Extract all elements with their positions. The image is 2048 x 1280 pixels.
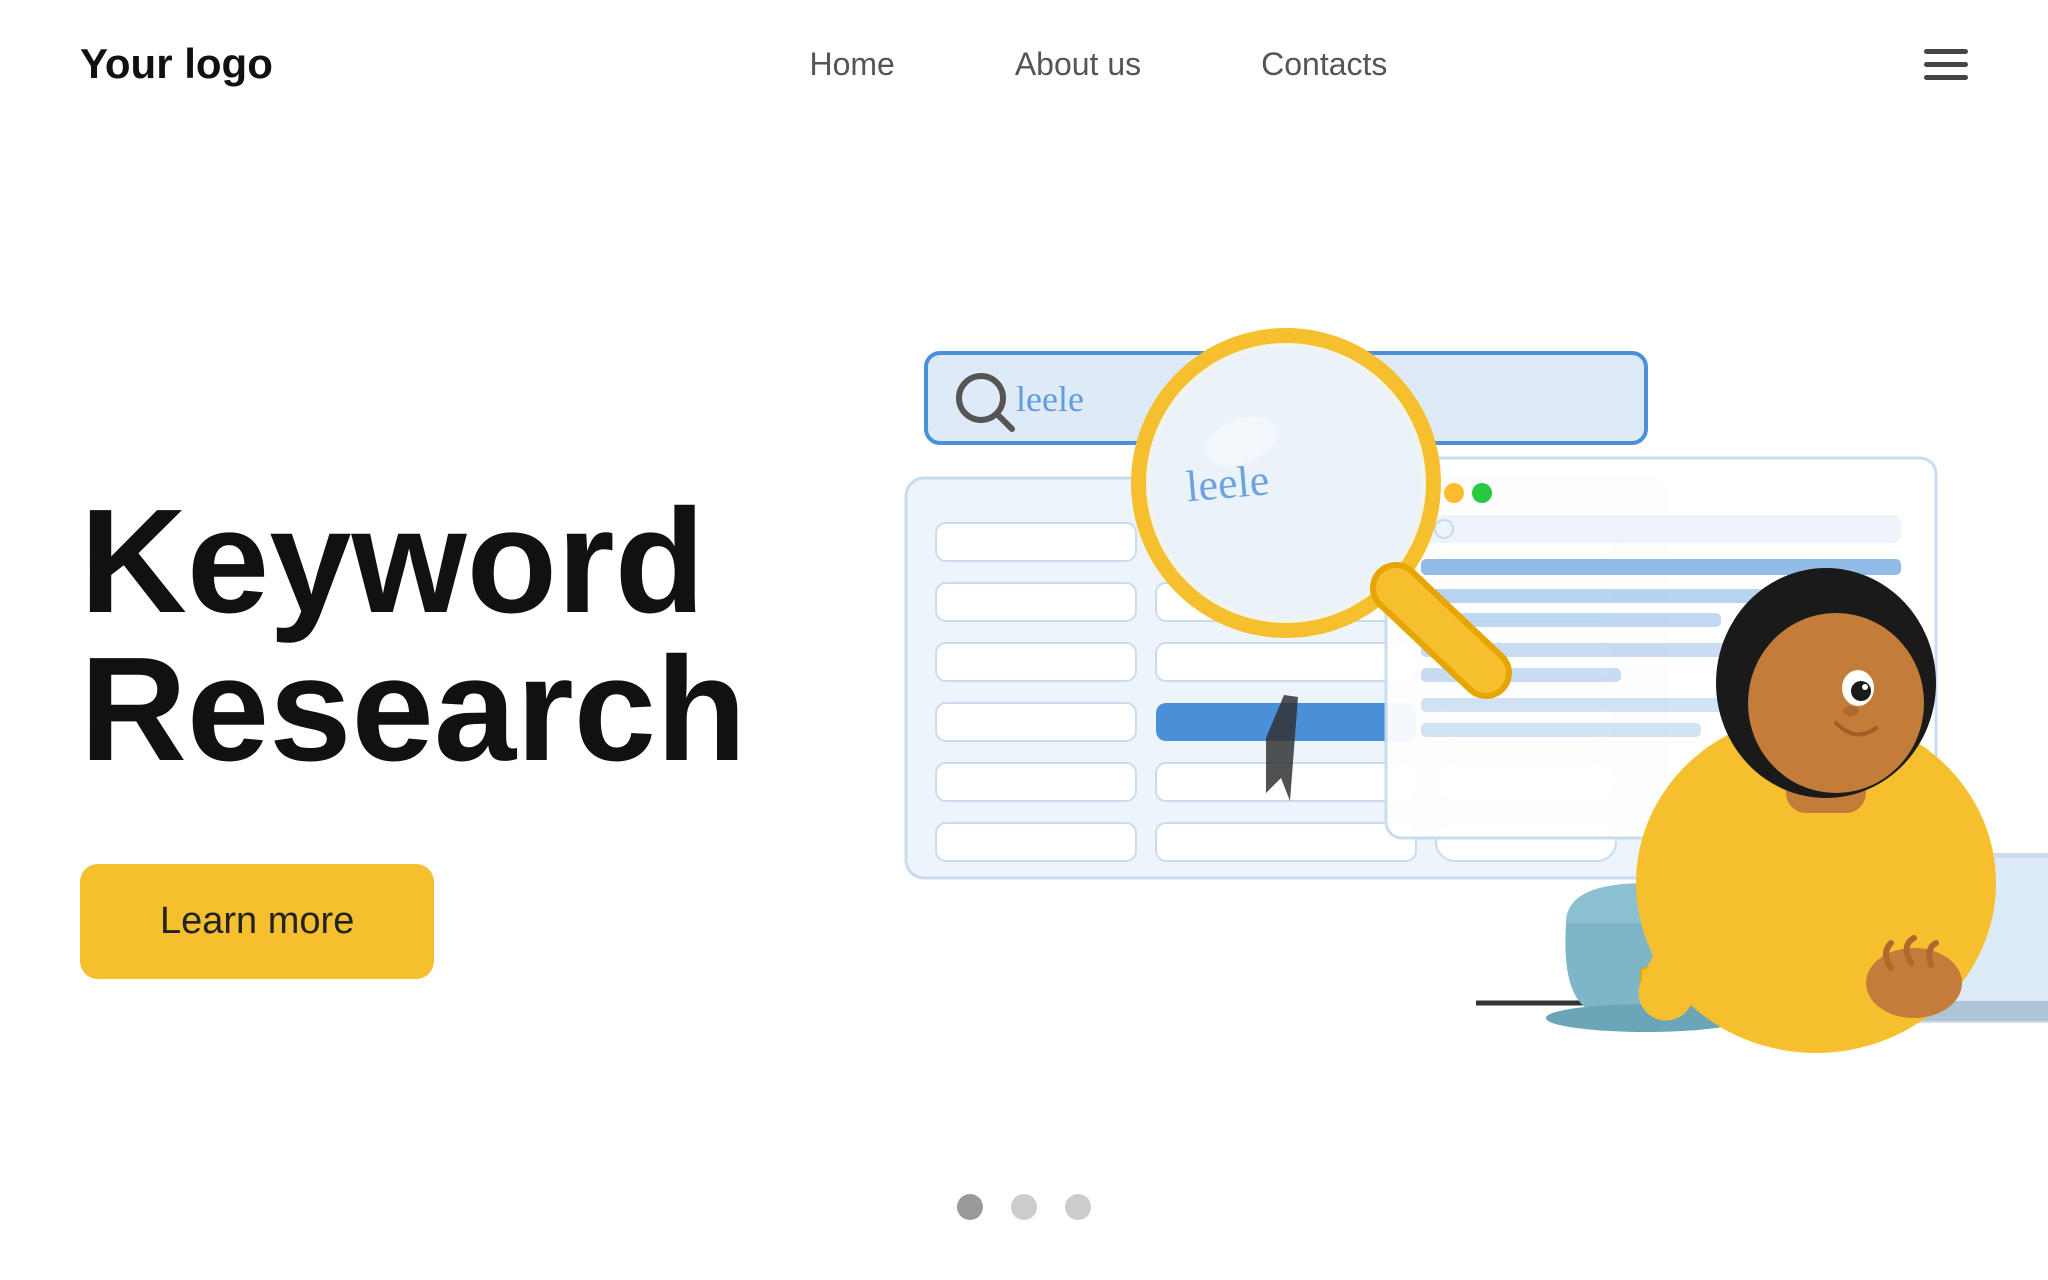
dot-2[interactable]: [1011, 1194, 1037, 1220]
hero-left: Keyword Research Learn more: [80, 488, 746, 979]
nav-home[interactable]: Home: [809, 46, 894, 83]
nav-about[interactable]: About us: [1015, 46, 1141, 83]
svg-text:leele: leele: [1184, 455, 1271, 511]
hero-illustration: leele: [746, 283, 1968, 1183]
main-nav: Home About us Contacts: [809, 46, 1387, 83]
learn-more-button[interactable]: Learn more: [80, 864, 434, 979]
nav-contacts[interactable]: Contacts: [1261, 46, 1387, 83]
logo: Your logo: [80, 40, 273, 88]
illustration-svg: leele: [796, 283, 2048, 1183]
hero-section: Keyword Research Learn more leele: [0, 128, 2048, 1278]
dot-1[interactable]: [957, 1194, 983, 1220]
svg-text:leele: leele: [1016, 379, 1084, 419]
hero-title: Keyword Research: [80, 488, 746, 784]
pagination-dots: [957, 1194, 1091, 1220]
hamburger-menu[interactable]: [1924, 49, 1968, 80]
dot-3[interactable]: [1065, 1194, 1091, 1220]
